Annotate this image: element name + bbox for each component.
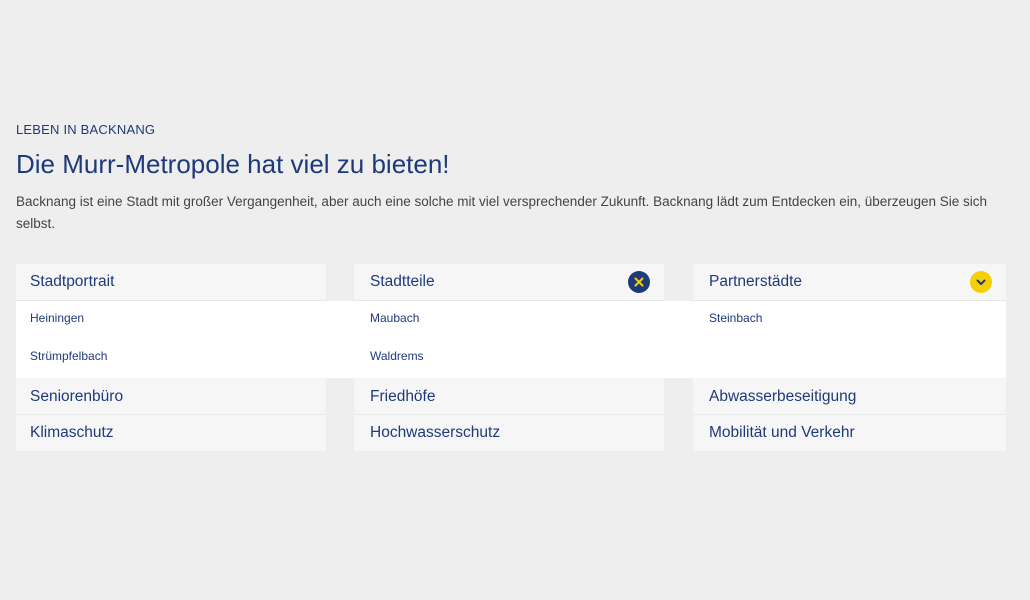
sublink-maubach[interactable]: Maubach bbox=[370, 311, 419, 325]
accordion-header-label: Abwasserbeseitigung bbox=[709, 387, 857, 405]
accordion-header-label: Seniorenbüro bbox=[30, 387, 124, 405]
accordion-header-label: Hochwasserschutz bbox=[370, 424, 501, 441]
accordion-header-label: Friedhöfe bbox=[370, 387, 436, 405]
accordion-header-friedhoefe[interactable]: Friedhöfe bbox=[354, 378, 664, 415]
accordion-header-hochwasserschutz[interactable]: Hochwasserschutz bbox=[354, 414, 664, 451]
sublink-waldrems[interactable]: Waldrems bbox=[370, 349, 424, 363]
accordion-header-abwasserbeseitigung[interactable]: Abwasserbeseitigung bbox=[693, 378, 1006, 415]
chevron-down-icon[interactable] bbox=[970, 271, 992, 293]
accordion-header-label: Stadtportrait bbox=[30, 273, 115, 290]
accordion-header-partnerstaedte[interactable]: Partnerstädte bbox=[693, 264, 1006, 301]
accordion-header-mobilitaet[interactable]: Mobilität und Verkehr bbox=[693, 414, 1006, 451]
section-eyebrow: LEBEN IN BACKNANG bbox=[16, 122, 156, 137]
intro-text: Backnang ist eine Stadt mit großer Verga… bbox=[16, 194, 988, 231]
sublink-struempfelbach[interactable]: Strümpfelbach bbox=[30, 349, 107, 363]
page-title: Die Murr-Metropole hat viel zu bieten! bbox=[16, 149, 450, 179]
accordion-header-stadtteile[interactable]: Stadtteile bbox=[354, 264, 664, 301]
accordion-header-label: Partnerstädte bbox=[709, 273, 803, 290]
accordion-header-klimaschutz[interactable]: Klimaschutz bbox=[16, 414, 326, 451]
sublink-heiningen[interactable]: Heiningen bbox=[30, 311, 84, 325]
sublink-steinbach[interactable]: Steinbach bbox=[709, 311, 762, 325]
accordion-header-label: Klimaschutz bbox=[30, 424, 114, 441]
intro-section: LEBEN IN BACKNANG Die Murr-Metropole hat… bbox=[16, 122, 1006, 235]
close-icon[interactable] bbox=[628, 271, 650, 293]
accordion-header-seniorenbuero[interactable]: Seniorenbüro bbox=[16, 378, 326, 415]
accordion-header-stadtportrait[interactable]: Stadtportrait bbox=[16, 264, 326, 301]
topic-accordion-grid: Stadtportrait Stadtteile Partnerstädte H… bbox=[16, 264, 1006, 452]
accordion-header-label: Stadtteile bbox=[370, 273, 435, 290]
accordion-expanded-panel bbox=[16, 301, 1006, 378]
accordion-header-label: Mobilität und Verkehr bbox=[709, 424, 855, 441]
